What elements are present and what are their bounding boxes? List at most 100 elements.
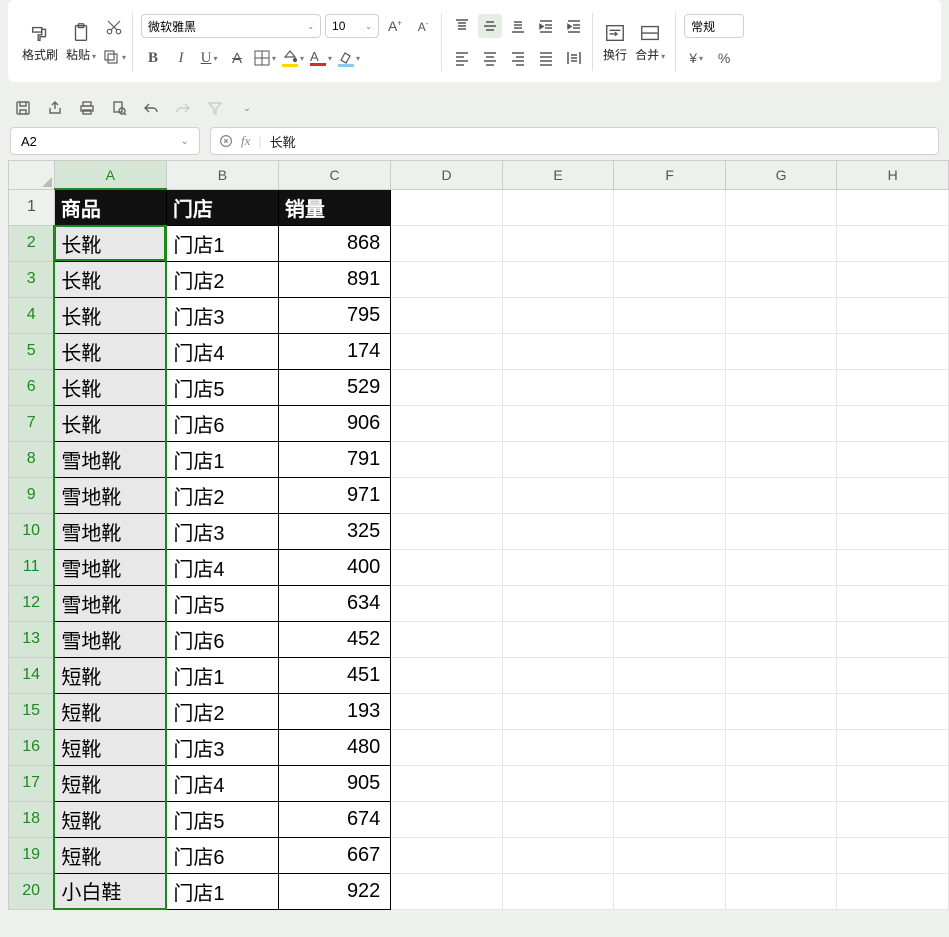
- cell[interactable]: [502, 621, 614, 657]
- cell[interactable]: 小白鞋: [54, 873, 166, 909]
- cell[interactable]: [837, 297, 949, 333]
- cell[interactable]: [725, 477, 837, 513]
- cell[interactable]: [614, 729, 726, 765]
- cell[interactable]: [391, 873, 503, 909]
- cell[interactable]: [725, 657, 837, 693]
- cell[interactable]: [391, 333, 503, 369]
- cell[interactable]: [391, 729, 503, 765]
- cell[interactable]: [837, 585, 949, 621]
- cell[interactable]: 891: [278, 261, 390, 297]
- cell[interactable]: [837, 657, 949, 693]
- cut-button[interactable]: [102, 15, 126, 39]
- cell[interactable]: [725, 621, 837, 657]
- cell[interactable]: [725, 369, 837, 405]
- cell[interactable]: [502, 837, 614, 873]
- cell[interactable]: 门店3: [166, 297, 278, 333]
- formula-bar[interactable]: fx | 长靴: [210, 127, 939, 155]
- cancel-icon[interactable]: [220, 135, 233, 148]
- cell[interactable]: [725, 765, 837, 801]
- cell[interactable]: 667: [278, 837, 390, 873]
- strikethrough-button[interactable]: A: [225, 46, 249, 70]
- font-size-select[interactable]: 10⌄: [325, 14, 379, 38]
- cell[interactable]: [502, 369, 614, 405]
- cell[interactable]: 雪地靴: [54, 441, 166, 477]
- cell[interactable]: 短靴: [54, 729, 166, 765]
- cell[interactable]: 门店1: [166, 873, 278, 909]
- currency-button[interactable]: ¥▾: [684, 46, 708, 70]
- cell[interactable]: [614, 369, 726, 405]
- cell[interactable]: [837, 801, 949, 837]
- cell[interactable]: 门店4: [166, 765, 278, 801]
- cell[interactable]: [614, 693, 726, 729]
- column-header[interactable]: C: [278, 161, 390, 189]
- cell[interactable]: [725, 333, 837, 369]
- bold-button[interactable]: B: [141, 46, 165, 70]
- cell[interactable]: 480: [278, 729, 390, 765]
- decrease-indent-button[interactable]: [534, 14, 558, 38]
- name-box[interactable]: A2 ⌄: [10, 127, 200, 155]
- cell[interactable]: [502, 873, 614, 909]
- cell[interactable]: 门店4: [166, 333, 278, 369]
- cell[interactable]: [502, 657, 614, 693]
- cell[interactable]: [502, 297, 614, 333]
- cell[interactable]: 短靴: [54, 693, 166, 729]
- cell[interactable]: 短靴: [54, 801, 166, 837]
- increase-indent-button[interactable]: [562, 14, 586, 38]
- cell[interactable]: [837, 261, 949, 297]
- cell[interactable]: [837, 837, 949, 873]
- align-right-button[interactable]: [506, 46, 530, 70]
- cell[interactable]: 长靴: [54, 261, 166, 297]
- cell[interactable]: [391, 261, 503, 297]
- cell[interactable]: 雪地靴: [54, 585, 166, 621]
- row-header[interactable]: 13: [9, 621, 54, 657]
- copy-button[interactable]: ▾: [102, 45, 126, 69]
- cell[interactable]: [614, 837, 726, 873]
- cell[interactable]: [614, 621, 726, 657]
- cell[interactable]: [614, 261, 726, 297]
- cell[interactable]: 长靴: [54, 225, 166, 261]
- row-header[interactable]: 20: [9, 873, 54, 909]
- cell[interactable]: [502, 405, 614, 441]
- cell[interactable]: [614, 441, 726, 477]
- merge-button[interactable]: 合并▾: [631, 20, 669, 65]
- row-header[interactable]: 10: [9, 513, 54, 549]
- row-header[interactable]: 5: [9, 333, 54, 369]
- select-all-corner[interactable]: [9, 161, 54, 189]
- cell[interactable]: 门店2: [166, 693, 278, 729]
- cell[interactable]: [391, 765, 503, 801]
- cell[interactable]: [502, 513, 614, 549]
- row-header[interactable]: 15: [9, 693, 54, 729]
- cell[interactable]: [502, 801, 614, 837]
- cell[interactable]: [614, 477, 726, 513]
- cell[interactable]: [502, 729, 614, 765]
- cell[interactable]: [725, 441, 837, 477]
- column-header[interactable]: G: [725, 161, 837, 189]
- cell[interactable]: [837, 333, 949, 369]
- row-header[interactable]: 4: [9, 297, 54, 333]
- percent-button[interactable]: %: [712, 46, 736, 70]
- borders-button[interactable]: ▾: [253, 46, 277, 70]
- cell[interactable]: 634: [278, 585, 390, 621]
- cell[interactable]: 922: [278, 873, 390, 909]
- cell[interactable]: 门店5: [166, 369, 278, 405]
- cell[interactable]: 门店6: [166, 405, 278, 441]
- cell[interactable]: 短靴: [54, 765, 166, 801]
- cell[interactable]: [614, 585, 726, 621]
- cell[interactable]: 451: [278, 657, 390, 693]
- column-header[interactable]: B: [166, 161, 278, 189]
- cell[interactable]: 791: [278, 441, 390, 477]
- cell[interactable]: 门店: [166, 189, 278, 225]
- cell[interactable]: [391, 189, 503, 225]
- cell[interactable]: 795: [278, 297, 390, 333]
- align-left-button[interactable]: [450, 46, 474, 70]
- cell[interactable]: [391, 477, 503, 513]
- cell[interactable]: [614, 765, 726, 801]
- column-header[interactable]: H: [837, 161, 949, 189]
- font-color-button[interactable]: A▾: [309, 46, 333, 70]
- cell[interactable]: [502, 189, 614, 225]
- cell[interactable]: 门店2: [166, 477, 278, 513]
- cell[interactable]: 长靴: [54, 405, 166, 441]
- cell[interactable]: 门店1: [166, 441, 278, 477]
- paste-button[interactable]: 粘贴▾: [62, 20, 100, 65]
- cell[interactable]: 门店2: [166, 261, 278, 297]
